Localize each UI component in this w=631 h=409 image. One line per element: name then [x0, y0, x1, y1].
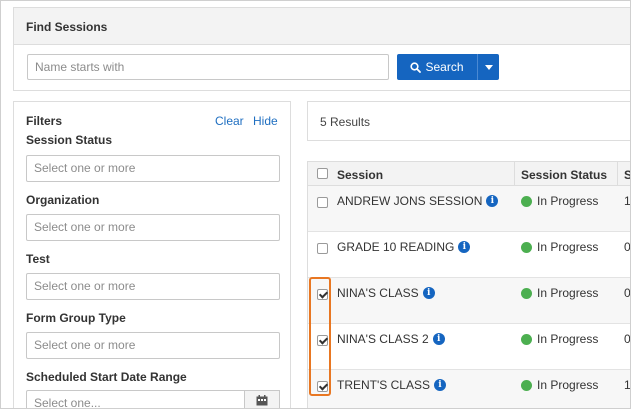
truncated-cell: 1: [624, 378, 631, 392]
table-row[interactable]: GRADE 10 READING i In Progress 0: [308, 232, 631, 278]
search-button-group: Search: [397, 54, 499, 80]
filters-panel: Filters Clear Hide Session Status Select…: [13, 101, 291, 408]
column-divider: [514, 162, 515, 187]
session-name: GRADE 10 READING i: [337, 240, 471, 254]
row-checkbox[interactable]: [317, 197, 328, 208]
panel-title: Find Sessions: [26, 20, 108, 34]
session-name-text[interactable]: GRADE 10 READING: [337, 240, 454, 254]
session-status: In Progress: [521, 378, 598, 392]
status-dot-icon: [521, 287, 532, 299]
column-header-truncated[interactable]: S: [624, 168, 630, 182]
table-row[interactable]: ANDREW JONS SESSION i In Progress 1: [308, 186, 631, 232]
session-name: NINA'S CLASS i: [337, 286, 435, 300]
panel-header: Find Sessions: [13, 7, 630, 45]
table-header: Session Session Status S: [308, 161, 630, 187]
session-status-label: Session Status: [26, 133, 113, 147]
organization-label: Organization: [26, 193, 100, 207]
column-header-session-status[interactable]: Session Status: [521, 168, 607, 182]
session-name: NINA'S CLASS 2i: [337, 332, 445, 346]
status-dot-icon: [521, 379, 532, 391]
session-status-text: In Progress: [537, 286, 599, 300]
session-status-text: In Progress: [537, 240, 599, 254]
session-name: TRENT'S CLASS i: [337, 378, 446, 392]
info-icon[interactable]: i: [432, 333, 445, 345]
caret-down-icon: [484, 64, 493, 70]
truncated-cell: 1: [624, 194, 631, 208]
status-dot-icon: [521, 195, 532, 207]
session-name: ANDREW JONS SESSION i: [337, 194, 499, 208]
results-header: 5 Results: [307, 101, 630, 141]
row-checkbox[interactable]: [317, 243, 328, 254]
session-status: In Progress: [521, 332, 598, 346]
hide-filters-link[interactable]: Hide: [253, 114, 278, 128]
session-status-text: In Progress: [537, 378, 599, 392]
test-select[interactable]: Select one or more: [26, 273, 280, 300]
table-row[interactable]: TRENT'S CLASS i In Progress 1: [308, 370, 631, 408]
table-row[interactable]: NINA'S CLASS 2i In Progress 0: [308, 324, 631, 370]
status-dot-icon: [521, 333, 532, 345]
scheduled-start-label: Scheduled Start Date Range: [26, 370, 187, 384]
calendar-button[interactable]: [244, 390, 280, 408]
name-search-input[interactable]: [27, 54, 389, 80]
info-icon[interactable]: i: [433, 379, 446, 391]
checked-rows-highlight: [309, 277, 331, 396]
clear-filters-link[interactable]: Clear: [215, 114, 244, 128]
truncated-cell: 0: [624, 332, 631, 346]
session-status: In Progress: [521, 194, 598, 208]
calendar-icon: [256, 395, 268, 406]
search-options-toggle[interactable]: [478, 54, 499, 80]
session-status: In Progress: [521, 286, 598, 300]
column-header-session[interactable]: Session: [337, 168, 383, 182]
session-name-text[interactable]: NINA'S CLASS 2: [337, 332, 429, 346]
table-row[interactable]: NINA'S CLASS i In Progress 0: [308, 278, 631, 324]
scheduled-start-input[interactable]: Select one...: [26, 390, 256, 408]
session-status: In Progress: [521, 240, 598, 254]
search-button[interactable]: Search: [397, 54, 477, 80]
info-icon[interactable]: i: [422, 287, 435, 299]
info-icon[interactable]: i: [458, 241, 471, 253]
sessions-table: Session Session Status S ANDREW JONS SES…: [307, 161, 631, 408]
session-name-text[interactable]: TRENT'S CLASS: [337, 378, 430, 392]
status-dot-icon: [521, 241, 532, 253]
info-icon[interactable]: i: [486, 195, 499, 207]
search-bar: Search: [13, 45, 630, 91]
organization-select[interactable]: Select one or more: [26, 214, 280, 241]
select-all-checkbox[interactable]: [317, 168, 328, 179]
test-label: Test: [26, 252, 50, 266]
truncated-cell: 0: [624, 286, 631, 300]
session-status-text: In Progress: [537, 332, 599, 346]
search-button-label: Search: [425, 60, 464, 74]
session-status-select[interactable]: Select one or more: [26, 155, 280, 182]
session-status-text: In Progress: [537, 194, 599, 208]
form-group-type-select[interactable]: Select one or more: [26, 332, 280, 359]
form-group-type-label: Form Group Type: [26, 311, 126, 325]
filters-title: Filters: [26, 114, 63, 128]
search-icon: [410, 61, 422, 73]
truncated-cell: 0: [624, 240, 631, 254]
session-name-text[interactable]: ANDREW JONS SESSION: [337, 194, 482, 208]
results-count: 5 Results: [320, 115, 371, 129]
find-sessions-panel: Find Sessions Search Filters Clear Hide …: [0, 0, 631, 409]
session-name-text[interactable]: NINA'S CLASS: [337, 286, 419, 300]
column-divider: [617, 162, 618, 187]
